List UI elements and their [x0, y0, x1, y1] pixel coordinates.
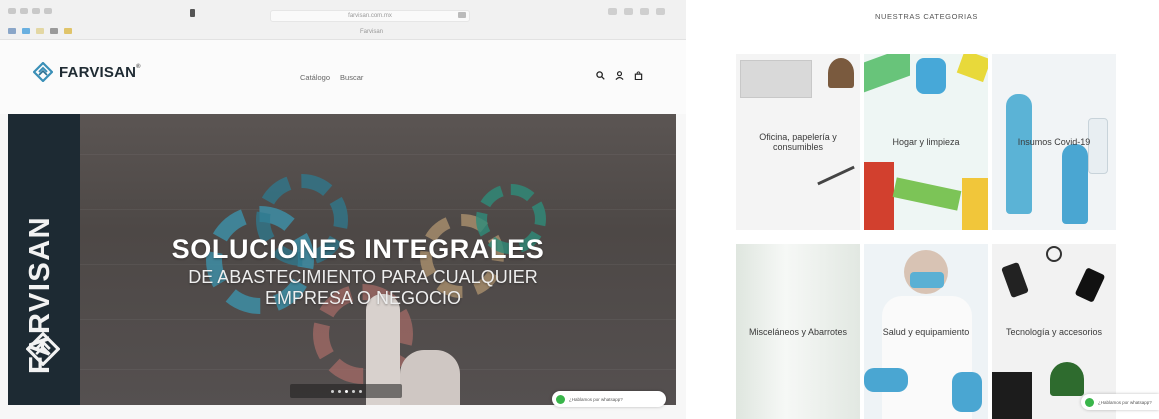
category-tile-covid[interactable]: Insumos Covid-19: [992, 54, 1116, 230]
slide-dot[interactable]: [358, 389, 362, 393]
slider-pagination: [290, 384, 402, 398]
slide-dot[interactable]: [337, 389, 341, 393]
hero-subtitle: DE ABASTECIMIENTO PARA CUALQUIER EMPRESA…: [118, 267, 608, 309]
bookmark-icon[interactable]: [36, 28, 44, 34]
browser-toolbar: farvisan.com.mx Farvisan: [0, 0, 686, 40]
farvisan-logo-icon: [26, 332, 60, 366]
hero-slider[interactable]: FARVISAN SOLUCIONES INTEGRALES DE ABASTE…: [8, 114, 676, 405]
hero-subtitle-line: EMPRESA O NEGOCIO: [264, 288, 462, 308]
tab-title[interactable]: Farvisan: [360, 29, 383, 35]
whatsapp-label: ¿Hablamos por whatsapp?: [1098, 399, 1152, 405]
sidebar-toggle-icon[interactable]: [190, 9, 195, 17]
whatsapp-icon: [556, 394, 565, 404]
category-label: Tecnología y accesorios: [1005, 327, 1103, 337]
bookmark-icon[interactable]: [64, 28, 72, 34]
share-icon[interactable]: [608, 8, 617, 15]
menu-icon[interactable]: [656, 8, 665, 15]
bookmark-icon[interactable]: [22, 28, 30, 34]
site-header: FARVISAN® Catálogo Buscar: [0, 40, 686, 114]
whatsapp-button[interactable]: ¿Hablamos por whatsapp?: [552, 391, 666, 407]
hero-title: SOLUCIONES INTEGRALES: [171, 234, 545, 264]
site-logo[interactable]: FARVISAN®: [33, 62, 141, 82]
category-tile-miscelaneos[interactable]: Misceláneos y Abarrotes: [736, 244, 860, 419]
user-icon[interactable]: [615, 71, 624, 80]
window-control-icon[interactable]: [8, 8, 16, 14]
category-label: Oficina, papelería y consumibles: [759, 132, 837, 152]
logo-text: FARVISAN®: [59, 63, 141, 81]
category-tile-salud[interactable]: Salud y equipamiento: [864, 244, 988, 419]
category-tile-oficina[interactable]: Oficina, papelería y consumibles: [736, 54, 860, 230]
window-control-icon[interactable]: [20, 8, 28, 14]
cart-icon[interactable]: [634, 71, 643, 80]
header-actions: [596, 71, 643, 80]
slide-dot[interactable]: [330, 389, 334, 393]
categories-title: NUESTRAS CATEGORIAS: [875, 12, 978, 21]
address-bar[interactable]: farvisan.com.mx: [270, 10, 470, 22]
next-slide-icon[interactable]: [366, 387, 376, 395]
back-icon[interactable]: [32, 8, 40, 14]
translate-icon[interactable]: [458, 12, 466, 18]
category-label: Salud y equipamiento: [882, 327, 970, 337]
slide-dot[interactable]: [351, 389, 355, 393]
category-label: Misceláneos y Abarrotes: [748, 327, 848, 337]
hand-image: [400, 350, 460, 405]
bookmark-icon[interactable]: [50, 28, 58, 34]
farvisan-logo-icon: [33, 62, 53, 82]
search-icon[interactable]: [596, 71, 605, 80]
new-tab-icon[interactable]: [640, 8, 649, 15]
category-tile-tecnologia[interactable]: Tecnología y accesorios: [992, 244, 1116, 419]
nav-catalogo[interactable]: Catálogo: [300, 73, 330, 82]
tabs-icon[interactable]: [624, 8, 633, 15]
hero-subtitle-line: DE ABASTECIMIENTO PARA CUALQUIER: [188, 267, 538, 287]
forward-icon[interactable]: [44, 8, 52, 14]
whatsapp-button[interactable]: ¿Hablamos por whatsapp?: [1081, 394, 1159, 410]
whatsapp-icon: [1085, 397, 1094, 407]
main-nav: Catálogo Buscar: [300, 73, 363, 82]
whatsapp-label: ¿Hablamos por whatsapp?: [569, 396, 623, 402]
category-label: Hogar y limpieza: [892, 137, 960, 147]
bookmark-icon[interactable]: [8, 28, 16, 34]
nav-buscar[interactable]: Buscar: [340, 73, 363, 82]
hero-brand-bar: FARVISAN: [8, 114, 80, 405]
slide-dot-active[interactable]: [344, 389, 348, 393]
prev-slide-icon[interactable]: [317, 387, 327, 395]
category-tile-hogar[interactable]: Hogar y limpieza: [864, 54, 988, 230]
browser-window: farvisan.com.mx Farvisan FARVISAN® Catál…: [0, 0, 686, 419]
category-label: Insumos Covid-19: [1017, 137, 1091, 147]
